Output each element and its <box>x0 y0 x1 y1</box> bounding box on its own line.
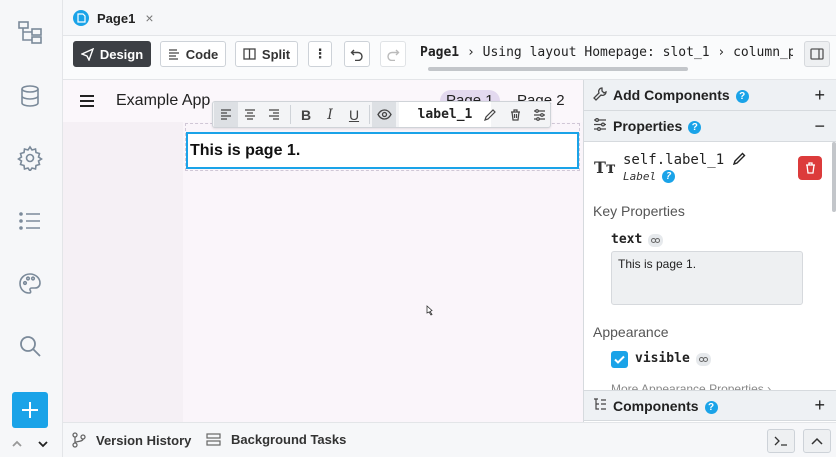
left-rail <box>0 0 63 457</box>
toggle-panel-button[interactable] <box>804 41 830 67</box>
background-tasks-label: Background Tasks <box>231 432 347 447</box>
database-icon[interactable] <box>17 83 45 111</box>
link-icon[interactable] <box>695 353 711 366</box>
add-components-header[interactable]: Add Components? + <box>584 80 836 111</box>
redo-button[interactable] <box>380 41 406 67</box>
align-left-icon[interactable] <box>214 102 238 127</box>
text-type-icon: Tт <box>594 158 616 177</box>
design-label: Design <box>99 46 144 62</box>
code-label: Code <box>185 46 219 62</box>
add-plus-button[interactable] <box>12 392 48 428</box>
component-name: self.label_1 <box>623 152 746 168</box>
help-icon[interactable]: ? <box>704 400 718 414</box>
app-sidebar <box>63 122 183 422</box>
expand-up-button[interactable] <box>803 429 831 453</box>
trash-icon <box>805 162 815 174</box>
list-icon[interactable] <box>17 208 45 236</box>
text-property-label: text <box>611 232 664 247</box>
undo-icon <box>350 49 363 61</box>
hamburger-menu-icon[interactable] <box>80 95 94 110</box>
sliders-icon[interactable] <box>527 102 551 127</box>
editor-tab-strip: Page1 × <box>63 0 836 36</box>
align-center-icon[interactable] <box>238 102 262 127</box>
properties-panel: Add Components? + Properties? − Tт self.… <box>583 80 836 422</box>
eye-icon[interactable] <box>372 102 396 127</box>
settings-gear-icon[interactable] <box>17 145 45 173</box>
label-text: This is page 1. <box>190 142 301 159</box>
main-toolbar: Design Code Split ⋮ Page1 › Using layout… <box>63 36 836 80</box>
design-button[interactable]: Design <box>73 41 151 67</box>
components-title: Components <box>613 397 699 414</box>
redo-icon <box>387 49 400 61</box>
key-properties-heading: Key Properties <box>593 203 685 219</box>
align-right-icon[interactable] <box>262 102 286 127</box>
help-icon[interactable]: ? <box>735 90 749 103</box>
breadcrumb-root[interactable]: Page1 <box>420 45 459 60</box>
breadcrumb-path[interactable]: › Using layout Homepage: slot_1 › column… <box>459 45 793 60</box>
help-icon[interactable]: ? <box>688 121 702 134</box>
send-icon <box>80 47 94 61</box>
visible-checkbox[interactable] <box>611 351 628 368</box>
split-view-icon <box>243 48 256 60</box>
pencil-icon[interactable] <box>478 102 502 127</box>
version-history-label: Version History <box>96 432 192 448</box>
expand-plus-icon[interactable]: + <box>814 85 825 106</box>
undo-button[interactable] <box>344 41 370 67</box>
add-components-title: Add Components <box>613 87 730 103</box>
git-branch-icon <box>72 432 86 448</box>
components-header[interactable]: Components? + <box>584 390 836 421</box>
visible-label: visible <box>635 351 711 366</box>
app-title: Example App <box>116 92 211 109</box>
chevron-up-icon[interactable] <box>10 437 26 453</box>
selected-label-component[interactable]: This is page 1. <box>186 132 579 169</box>
component-edit-toolbar: B I U label_1 <box>212 101 551 128</box>
component-type: Label? <box>623 170 676 183</box>
breadcrumb-scrollbar[interactable] <box>428 67 688 71</box>
properties-title: Properties <box>613 118 683 134</box>
chevron-down-icon[interactable] <box>36 437 52 453</box>
version-history-button[interactable]: Version History <box>72 432 191 448</box>
link-icon[interactable] <box>648 234 664 247</box>
trash-icon[interactable] <box>503 102 527 127</box>
text-property-textarea[interactable]: This is page 1. <box>611 251 803 305</box>
background-tasks-button[interactable]: Background Tasks <box>206 432 346 447</box>
split-button[interactable]: Split <box>235 41 298 67</box>
panel-toggle-icon <box>810 48 824 60</box>
close-tab-icon[interactable]: × <box>145 10 153 26</box>
chevron-up-icon <box>811 437 823 445</box>
bold-icon[interactable]: B <box>294 102 318 127</box>
panel-scrollbar[interactable] <box>832 142 836 212</box>
tab-label: Page1 <box>97 10 136 26</box>
more-options-button[interactable]: ⋮ <box>308 41 332 67</box>
tree-icon <box>593 398 607 411</box>
italic-icon[interactable]: I <box>318 102 342 127</box>
split-label: Split <box>261 46 291 62</box>
search-icon[interactable] <box>17 333 45 361</box>
checkmark-icon <box>614 355 625 364</box>
tab-page1[interactable]: Page1 × <box>67 4 160 32</box>
properties-header[interactable]: Properties? − <box>584 111 836 142</box>
design-canvas[interactable]: Example App Page 1 Page 2 This is page 1… <box>63 80 583 422</box>
expand-plus-icon[interactable]: + <box>814 395 825 416</box>
edit-name-pencil-icon[interactable] <box>732 152 746 165</box>
app-structure-icon[interactable] <box>17 19 45 47</box>
collapse-minus-icon[interactable]: − <box>814 116 825 137</box>
code-button[interactable]: Code <box>160 41 226 67</box>
sliders-icon <box>593 118 607 131</box>
breadcrumb: Page1 › Using layout Homepage: slot_1 › … <box>420 45 793 60</box>
underline-icon[interactable]: U <box>342 102 366 127</box>
code-lines-icon <box>168 49 179 60</box>
wrench-icon <box>593 87 607 101</box>
tasks-icon <box>206 433 221 446</box>
page-icon <box>73 10 89 26</box>
help-icon[interactable]: ? <box>662 170 676 183</box>
terminal-button[interactable] <box>767 429 795 453</box>
palette-icon[interactable] <box>17 271 45 299</box>
appearance-heading: Appearance <box>593 324 669 340</box>
bottom-bar: Version History Background Tasks <box>63 422 836 457</box>
delete-component-button[interactable] <box>798 156 822 180</box>
terminal-icon <box>774 436 787 446</box>
cursor-icon <box>425 305 435 317</box>
